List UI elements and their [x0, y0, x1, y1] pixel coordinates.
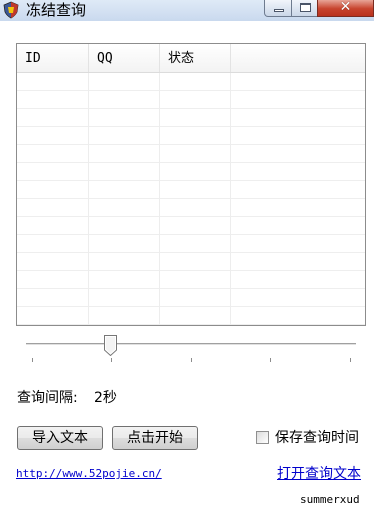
column-header-id[interactable]: ID [17, 44, 89, 72]
slider-tick [111, 358, 112, 362]
interval-value: 2秒 [94, 390, 117, 406]
author-label: summerxud [300, 493, 360, 506]
slider-tick [32, 358, 33, 362]
save-query-time-checkbox[interactable] [256, 431, 269, 444]
interval-slider-thumb[interactable] [104, 335, 117, 356]
list-header: ID QQ 状态 [17, 44, 365, 73]
result-list[interactable]: ID QQ 状态 [16, 43, 366, 326]
column-header-qq[interactable]: QQ [89, 44, 160, 72]
close-button[interactable]: ✕ [317, 0, 374, 17]
start-button[interactable]: 点击开始 [112, 426, 198, 450]
list-rows[interactable] [17, 73, 365, 325]
save-query-time-label[interactable]: 保存查询时间 [275, 429, 359, 447]
slider-tick [191, 358, 192, 362]
slider-tick [350, 358, 351, 362]
column-header-empty[interactable] [231, 44, 365, 72]
website-link[interactable]: http://www.52pojie.cn/ [16, 466, 162, 482]
open-query-text-link[interactable]: 打开查询文本 [277, 465, 361, 483]
maximize-button[interactable] [291, 0, 318, 17]
title-bar[interactable]: 冻结查询 ✕ [0, 0, 374, 21]
window-title: 冻结查询 [26, 1, 87, 19]
minimize-button[interactable] [264, 0, 292, 17]
interval-label: 查询间隔: [17, 390, 78, 406]
interval-slider-track[interactable] [26, 343, 356, 346]
slider-tick [270, 358, 271, 362]
column-header-status[interactable]: 状态 [160, 44, 231, 72]
import-text-button[interactable]: 导入文本 [17, 426, 103, 450]
maximize-icon [300, 3, 311, 12]
minimize-icon [274, 9, 284, 12]
close-icon: ✕ [339, 0, 352, 15]
app-shield-icon [3, 1, 19, 19]
